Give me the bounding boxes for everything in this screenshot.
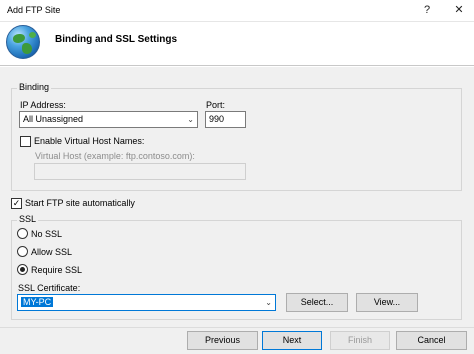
select-certificate-button[interactable]: Select...: [286, 293, 348, 312]
start-automatically-checkbox[interactable]: ✓: [11, 198, 22, 209]
finish-button[interactable]: Finish: [330, 331, 390, 350]
require-ssl-label: Require SSL: [31, 265, 83, 275]
ssl-legend: SSL: [17, 214, 39, 224]
view-certificate-button[interactable]: View...: [356, 293, 418, 312]
enable-virtual-host-checkbox[interactable]: [20, 136, 31, 147]
help-button[interactable]: ?: [412, 0, 442, 22]
no-ssl-radio[interactable]: [17, 228, 28, 239]
cancel-button[interactable]: Cancel: [396, 331, 467, 350]
page-title: Binding and SSL Settings: [55, 34, 178, 45]
next-button[interactable]: Next: [262, 331, 322, 350]
ssl-certificate-dropdown[interactable]: MY-PC ⌄: [17, 294, 276, 311]
ssl-certificate-label: SSL Certificate:: [18, 283, 81, 293]
ssl-certificate-value: MY-PC: [21, 297, 54, 307]
close-button[interactable]: ✕: [444, 0, 474, 22]
ip-address-value: All Unassigned: [23, 114, 84, 124]
chevron-down-icon: ⌄: [187, 115, 194, 124]
binding-legend: Binding: [17, 82, 52, 92]
enable-virtual-host-label: Enable Virtual Host Names:: [34, 136, 145, 146]
virtual-host-label: Virtual Host (example: ftp.contoso.com):: [35, 151, 195, 161]
ip-address-label: IP Address:: [20, 100, 66, 110]
window-title: Add FTP Site: [7, 5, 61, 15]
no-ssl-label: No SSL: [31, 229, 63, 239]
chevron-down-icon: ⌄: [265, 298, 272, 307]
allow-ssl-label: Allow SSL: [31, 247, 73, 257]
previous-button[interactable]: Previous: [187, 331, 258, 350]
start-automatically-label: Start FTP site automatically: [25, 198, 135, 208]
port-field[interactable]: 990: [205, 111, 246, 128]
ip-address-dropdown[interactable]: All Unassigned ⌄: [19, 111, 198, 128]
title-bar: [0, 0, 474, 22]
port-label: Port:: [206, 100, 226, 110]
require-ssl-radio[interactable]: [17, 264, 28, 275]
globe-icon: [6, 25, 40, 59]
allow-ssl-radio[interactable]: [17, 246, 28, 257]
virtual-host-field[interactable]: [34, 163, 246, 180]
